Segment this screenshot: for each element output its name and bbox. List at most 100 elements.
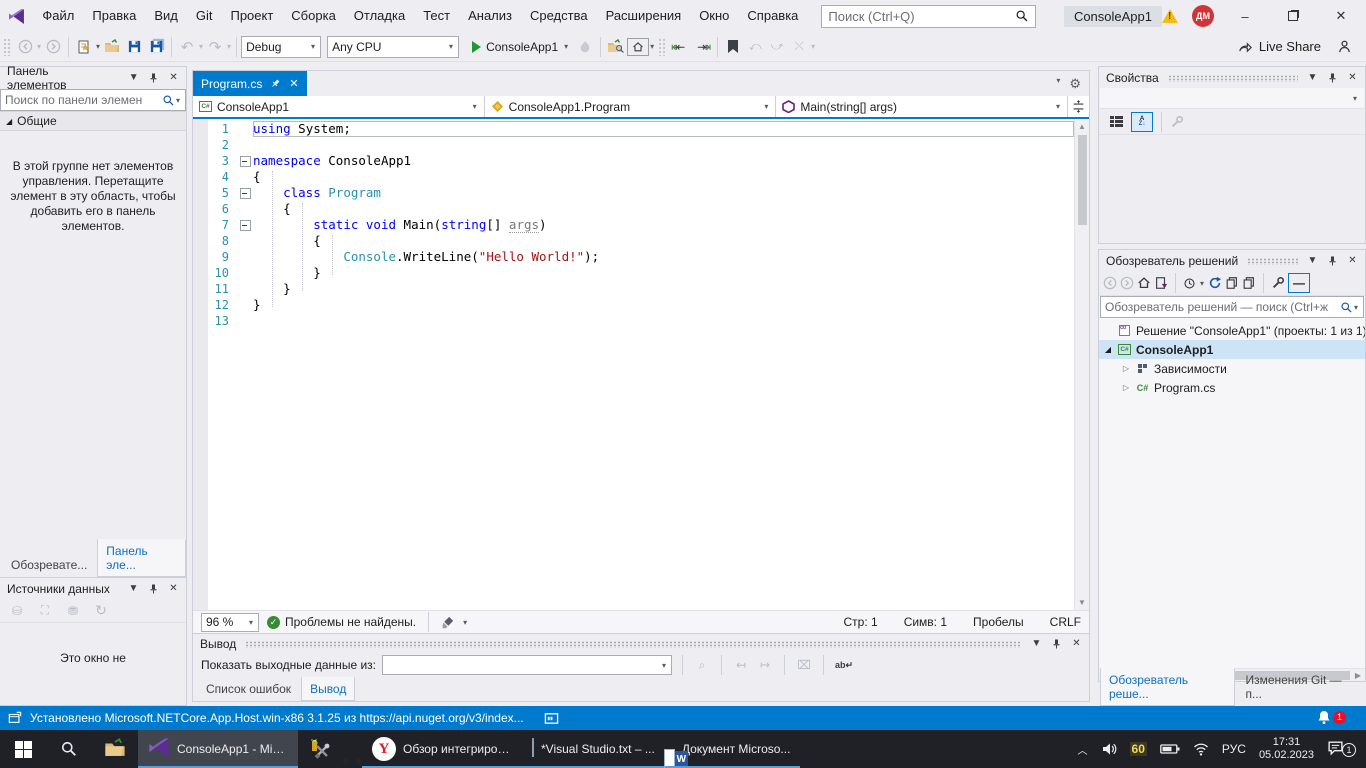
find-message-icon[interactable]: ⌕: [693, 658, 711, 673]
pin-icon[interactable]: [1049, 638, 1064, 650]
switch-views-icon[interactable]: [1154, 276, 1168, 290]
search-icon[interactable]: [1340, 301, 1353, 314]
taskbar-app-isaac[interactable]: [342, 730, 362, 768]
nest-files-icon[interactable]: [1225, 276, 1239, 290]
close-icon[interactable]: ✕: [1345, 72, 1360, 83]
clear-all-icon[interactable]: ⌧: [795, 658, 813, 672]
window-position-caret-icon[interactable]: ▼: [1305, 72, 1320, 83]
menu-item[interactable]: Анализ: [459, 8, 521, 23]
expand-arrow-icon[interactable]: ▷: [1121, 383, 1131, 392]
add-data-source-icon[interactable]: ⛁: [8, 604, 26, 618]
close-icon[interactable]: ✕: [166, 583, 181, 594]
navigate-backward-icon[interactable]: [14, 35, 36, 59]
split-editor-button[interactable]: [1067, 96, 1089, 117]
menu-item[interactable]: Вид: [145, 8, 187, 23]
menu-item[interactable]: Справка: [738, 8, 807, 23]
clear-bookmarks-icon[interactable]: ⤬: [788, 35, 810, 59]
code-text[interactable]: {: [253, 201, 1074, 217]
add-user-icon[interactable]: [1337, 39, 1352, 54]
filter-caret[interactable]: ▾: [1199, 279, 1205, 288]
type-dropdown[interactable]: ConsoleApp1.Program▾: [485, 96, 777, 117]
code-text[interactable]: [253, 313, 1074, 329]
code-text[interactable]: static void Main(string[] args): [253, 217, 1074, 233]
account-avatar[interactable]: ДМ: [1192, 5, 1214, 27]
code-line[interactable]: 4{: [193, 169, 1074, 185]
menu-item[interactable]: Средства: [521, 8, 597, 23]
editor-vertical-scrollbar[interactable]: ▲ ▼: [1074, 119, 1089, 610]
pin-icon[interactable]: [146, 72, 161, 84]
tree-item-solution[interactable]: Решение "ConsoleApp1" (проекты: 1 из 1): [1099, 321, 1365, 340]
preview-selected-items-icon[interactable]: —: [1288, 273, 1310, 293]
notifications-bell[interactable]: 1: [1316, 709, 1358, 728]
tab-solution-explorer[interactable]: Обозреватель реше...: [1100, 668, 1235, 706]
close-icon[interactable]: ✕: [1069, 638, 1084, 649]
popup-window-icon[interactable]: [8, 711, 22, 725]
properties-title-bar[interactable]: Свойства ▼ ✕: [1099, 67, 1365, 88]
code-line[interactable]: 5 class Program: [193, 185, 1074, 201]
word-wrap-icon[interactable]: ab↵: [834, 659, 854, 672]
taskbar-search-button[interactable]: [46, 730, 92, 768]
property-pages-wrench-icon[interactable]: [1170, 115, 1184, 129]
tab-solution-explorer-docked[interactable]: Обозревате...: [2, 553, 96, 577]
code-line[interactable]: 12}: [193, 297, 1074, 313]
taskbar-app-tools[interactable]: [298, 730, 342, 768]
data-sources-title-bar[interactable]: Источники данных ▼ ✕: [0, 578, 186, 599]
code-text[interactable]: {: [253, 233, 1074, 249]
output-title-bar[interactable]: Вывод ▼ ✕: [193, 634, 1089, 654]
search-icon[interactable]: [1015, 9, 1029, 23]
find-in-files-icon[interactable]: [605, 35, 627, 59]
refresh-icon[interactable]: [1208, 276, 1222, 290]
notification-warning-icon[interactable]: [1162, 9, 1178, 23]
categorized-icon[interactable]: [1105, 110, 1127, 134]
pin-icon[interactable]: [1325, 72, 1340, 84]
code-line[interactable]: 2: [193, 137, 1074, 153]
fold-collapse-icon[interactable]: [239, 185, 253, 201]
refresh-icon[interactable]: ↻: [92, 602, 110, 619]
solution-explorer-title-bar[interactable]: Обозреватель решений ▼ ✕: [1099, 250, 1365, 271]
undo-icon[interactable]: ↶: [176, 35, 198, 59]
open-file-icon[interactable]: [101, 35, 123, 59]
menu-item[interactable]: Файл: [33, 8, 83, 23]
configure-data-source-icon[interactable]: ⛶: [36, 603, 54, 618]
tab-toolbox[interactable]: Панель эле...: [97, 539, 186, 577]
close-tab-icon[interactable]: ✕: [289, 77, 298, 90]
minimize-button[interactable]: –: [1228, 2, 1262, 30]
tab-options-gear-icon[interactable]: ⚙: [1069, 76, 1081, 92]
toolbox-title-bar[interactable]: Панель элементов ▼ ✕: [0, 67, 186, 88]
code-text[interactable]: using System;: [253, 121, 1074, 137]
search-options-caret[interactable]: ▾: [175, 96, 181, 105]
redo-caret[interactable]: ▾: [226, 42, 232, 51]
code-text[interactable]: [253, 137, 1074, 153]
window-position-caret-icon[interactable]: ▼: [126, 72, 141, 83]
back-icon[interactable]: [1103, 276, 1117, 290]
language-indicator[interactable]: РУС: [1222, 742, 1246, 756]
live-share-button[interactable]: Live Share: [1238, 39, 1366, 54]
tab-program-cs[interactable]: Program.cs ✕: [193, 71, 307, 96]
window-position-caret-icon[interactable]: ▼: [1305, 255, 1320, 266]
code-cleanup-caret[interactable]: ▾: [462, 618, 468, 627]
code-text[interactable]: }: [253, 281, 1074, 297]
toolbox-search-input[interactable]: Поиск по панели элемен ▾: [0, 89, 186, 111]
search-icon[interactable]: [162, 94, 175, 107]
menu-item[interactable]: Окно: [690, 8, 738, 23]
tab-output[interactable]: Вывод: [301, 677, 355, 701]
platform-dropdown[interactable]: Any CPU▾: [327, 36, 459, 58]
pin-icon[interactable]: [1325, 255, 1340, 267]
next-message-icon[interactable]: ↦: [756, 658, 774, 672]
redo-icon[interactable]: ↷: [204, 35, 226, 59]
bookmark-caret[interactable]: ▾: [810, 42, 816, 51]
status-spaces[interactable]: Пробелы: [973, 615, 1024, 629]
tray-chevron-icon[interactable]: ︿: [1078, 742, 1088, 757]
code-line[interactable]: 7 static void Main(string[] args): [193, 217, 1074, 233]
zoom-level-dropdown[interactable]: 96 %▾: [201, 613, 259, 632]
fold-collapse-icon[interactable]: [239, 153, 253, 169]
close-icon[interactable]: ✕: [1345, 255, 1360, 266]
code-line[interactable]: 3namespace ConsoleApp1: [193, 153, 1074, 169]
code-text[interactable]: Console.WriteLine("Hello World!");: [253, 249, 1074, 265]
code-text[interactable]: }: [253, 297, 1074, 313]
code-line[interactable]: 6 {: [193, 201, 1074, 217]
file-explorer-button[interactable]: [92, 730, 138, 768]
status-message[interactable]: Установлено Microsoft.NETCore.App.Host.w…: [30, 711, 524, 725]
code-text[interactable]: }: [253, 265, 1074, 281]
pin-icon[interactable]: [268, 76, 284, 92]
